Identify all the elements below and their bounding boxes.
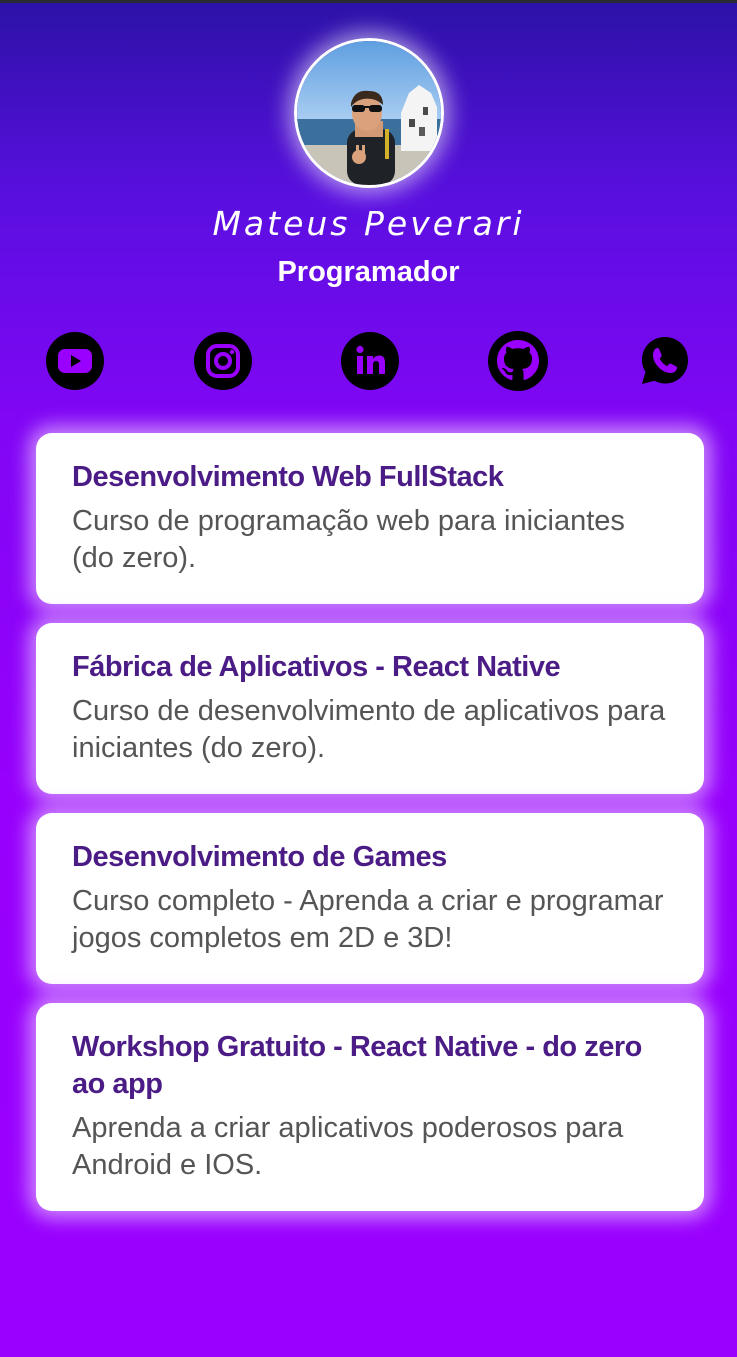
course-card[interactable]: Workshop Gratuito - React Native - do ze… bbox=[36, 1003, 704, 1211]
profile-header: Mateus Peverari Programador bbox=[0, 38, 737, 290]
course-card[interactable]: Desenvolvimento de Games Curso completo … bbox=[36, 813, 704, 984]
course-description: Aprenda a criar aplicativos poderosos pa… bbox=[72, 1112, 624, 1181]
social-links bbox=[0, 330, 737, 392]
github-icon bbox=[488, 331, 548, 391]
youtube-link[interactable] bbox=[44, 330, 106, 392]
instagram-icon bbox=[194, 332, 252, 390]
course-title: Desenvolvimento de Games bbox=[72, 841, 447, 873]
course-list: Desenvolvimento Web FullStack Curso de p… bbox=[36, 433, 704, 1230]
profile-name: Mateus Peverari bbox=[212, 204, 525, 243]
github-link[interactable] bbox=[487, 330, 549, 392]
course-title: Workshop Gratuito - React Native - do ze… bbox=[72, 1031, 642, 1100]
instagram-link[interactable] bbox=[192, 330, 254, 392]
course-card[interactable]: Desenvolvimento Web FullStack Curso de p… bbox=[36, 433, 704, 604]
status-bar-edge bbox=[0, 0, 737, 3]
linkedin-link[interactable] bbox=[339, 330, 401, 392]
linkedin-icon bbox=[341, 332, 399, 390]
profile-role: Programador bbox=[277, 256, 460, 288]
course-title: Fábrica de Aplicativos - React Native bbox=[72, 651, 561, 683]
avatar bbox=[293, 38, 444, 188]
whatsapp-icon bbox=[642, 337, 688, 384]
course-description: Curso completo - Aprenda a criar e progr… bbox=[72, 885, 664, 954]
course-title: Desenvolvimento Web FullStack bbox=[72, 461, 504, 493]
youtube-icon bbox=[46, 332, 104, 390]
course-description: Curso de programação web para iniciantes… bbox=[72, 505, 625, 574]
course-card[interactable]: Fábrica de Aplicativos - React Native Cu… bbox=[36, 623, 704, 794]
course-description: Curso de desenvolvimento de aplicativos … bbox=[72, 695, 666, 764]
whatsapp-link[interactable] bbox=[634, 330, 696, 392]
